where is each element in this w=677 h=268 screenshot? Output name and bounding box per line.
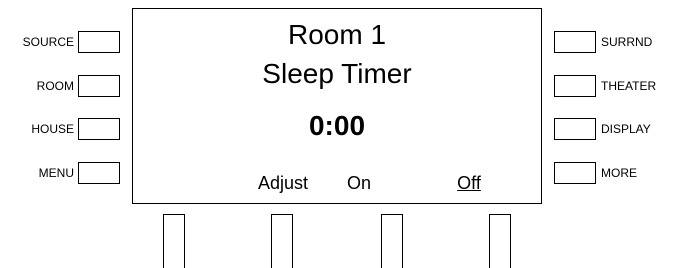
room-label: ROOM xyxy=(36,79,74,93)
screen-title: Sleep Timer xyxy=(262,58,412,89)
room-button[interactable] xyxy=(78,75,120,97)
softkey-1-button[interactable] xyxy=(163,214,185,268)
softkey-label-on: On xyxy=(346,173,371,193)
display-button[interactable] xyxy=(554,118,596,140)
surrnd-button[interactable] xyxy=(554,31,596,53)
softkey-3-button[interactable] xyxy=(381,214,403,268)
source-label: SOURCE xyxy=(22,35,74,49)
softkey-label-off: Off xyxy=(457,173,481,193)
timer-value: 0:00 xyxy=(308,110,366,141)
menu-button[interactable] xyxy=(78,162,120,184)
remote-panel: SOURCE ROOM HOUSE MENU SURRND THEATER DI… xyxy=(0,0,677,268)
house-button[interactable] xyxy=(78,118,120,140)
menu-label: MENU xyxy=(38,166,74,180)
softkey-4-button[interactable] xyxy=(489,214,511,268)
room-name: Room 1 xyxy=(287,19,387,50)
surrnd-label: SURRND xyxy=(601,35,653,49)
house-label: HOUSE xyxy=(31,122,74,136)
source-button[interactable] xyxy=(78,31,120,53)
softkey-label-adjust: Adjust xyxy=(257,173,309,193)
theater-button[interactable] xyxy=(554,75,596,97)
softkey-2-button[interactable] xyxy=(271,214,293,268)
theater-label: THEATER xyxy=(601,79,657,93)
more-label: MORE xyxy=(601,166,637,180)
lcd-screen: Room 1 Sleep Timer 0:00 Adjust On Off xyxy=(132,8,542,204)
more-button[interactable] xyxy=(554,162,596,184)
display-label: DISPLAY xyxy=(601,122,651,136)
